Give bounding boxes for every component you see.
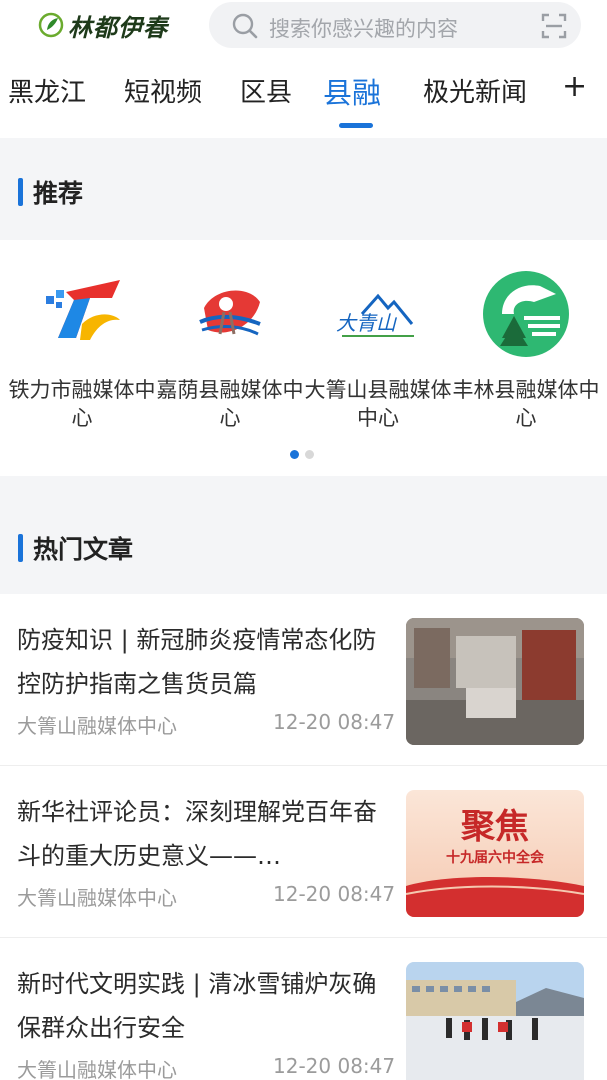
article-time: 12-20 08:47 — [273, 882, 396, 906]
article-time: 12-20 08:47 — [273, 710, 396, 734]
article-thumbnail — [406, 962, 584, 1080]
tab-districts[interactable]: 区县 — [240, 72, 292, 109]
recommend-item-name: 铁力市融媒体中心 — [8, 378, 156, 430]
recommend-item-tieli[interactable]: 铁力市融媒体中心 — [8, 268, 156, 432]
recommend-item-fenglin[interactable]: 丰林县融媒体中心 — [452, 268, 600, 432]
article-source: 大箐山融媒体中心 — [17, 886, 177, 910]
section-accent-bar — [18, 534, 23, 562]
recommend-title-text: 推荐 — [33, 179, 84, 208]
article-item[interactable]: 新时代文明实践 | 清冰雪铺炉灰确保群众出行安全 大箐山融媒体中心 12-20 … — [0, 940, 607, 1080]
add-channel-button[interactable]: + — [562, 72, 587, 102]
pager-dot-active[interactable] — [290, 450, 299, 459]
tieli-logo-icon — [46, 280, 120, 340]
tab-aurora-news[interactable]: 极光新闻 — [423, 72, 527, 109]
article-title: 防疫知识 | 新冠肺炎疫情常态化防控防护指南之售货员篇 — [17, 626, 377, 698]
article-source: 大箐山融媒体中心 — [17, 714, 177, 738]
recommend-item-name: 丰林县融媒体中心 — [452, 378, 600, 430]
article-title: 新华社评论员：深刻理解党百年奋斗的重大历史意义——… — [17, 798, 377, 870]
search-bar[interactable]: 搜索你感兴趣的内容 — [209, 2, 581, 48]
thumb-headline: 聚焦 — [460, 807, 529, 847]
pager-dot[interactable] — [305, 450, 314, 459]
tab-heilongjiang[interactable]: 黑龙江 — [8, 72, 86, 109]
recommend-item-daqingshan[interactable]: 大青山 大箐山县融媒体中心 — [304, 268, 452, 432]
tab-county-media[interactable]: 县融 — [323, 70, 381, 112]
article-thumbnail — [406, 618, 584, 745]
recommend-item-name: 嘉荫县融媒体中心 — [156, 378, 304, 430]
hot-articles-title-text: 热门文章 — [33, 535, 134, 564]
recommend-item-name: 大箐山县融媒体中心 — [304, 378, 452, 430]
leaf-logo-icon — [38, 12, 64, 38]
article-source: 大箐山融媒体中心 — [17, 1058, 177, 1080]
tab-short-video[interactable]: 短视频 — [124, 72, 202, 109]
channel-tabs: 黑龙江 短视频 区县 县融 极光新闻 + — [0, 62, 607, 132]
logo-text: 林都伊春 — [68, 13, 168, 42]
hot-articles-header: 热门文章 — [0, 476, 607, 594]
recommend-header: 推荐 — [0, 138, 607, 240]
fenglin-logo-icon — [483, 271, 569, 357]
article-item[interactable]: 防疫知识 | 新冠肺炎疫情常态化防控防护指南之售货员篇 大箐山融媒体中心 12-… — [0, 596, 607, 766]
scan-icon[interactable] — [540, 12, 568, 40]
jiayin-logo-icon — [199, 290, 261, 336]
search-placeholder: 搜索你感兴趣的内容 — [269, 17, 458, 41]
carousel-pager — [290, 450, 314, 459]
thumb-subheadline: 十九届六中全会 — [446, 849, 545, 866]
app-header: 林都伊春 搜索你感兴趣的内容 — [0, 0, 607, 52]
recommend-title: 推荐 — [18, 174, 83, 210]
daqingshan-logo-icon: 大青山 — [336, 293, 414, 337]
article-thumbnail: 聚焦 十九届六中全会 — [406, 790, 584, 917]
daqingshan-logo-text: 大青山 — [336, 311, 398, 335]
article-item[interactable]: 新华社评论员：深刻理解党百年奋斗的重大历史意义——… 大箐山融媒体中心 12-2… — [0, 768, 607, 938]
article-time: 12-20 08:47 — [273, 1054, 396, 1078]
app-logo[interactable]: 林都伊春 — [38, 8, 168, 42]
article-title: 新时代文明实践 | 清冰雪铺炉灰确保群众出行安全 — [17, 970, 377, 1042]
search-icon — [232, 13, 258, 39]
section-accent-bar — [18, 178, 23, 206]
recommend-carousel[interactable]: 铁力市融媒体中心 嘉荫县融媒体中心 大青山 大箐山县融媒体中心 丰林县融媒体中心 — [0, 240, 607, 476]
hot-articles-title: 热门文章 — [18, 530, 133, 566]
recommend-item-jiayin[interactable]: 嘉荫县融媒体中心 — [156, 268, 304, 432]
active-tab-indicator — [339, 123, 373, 128]
